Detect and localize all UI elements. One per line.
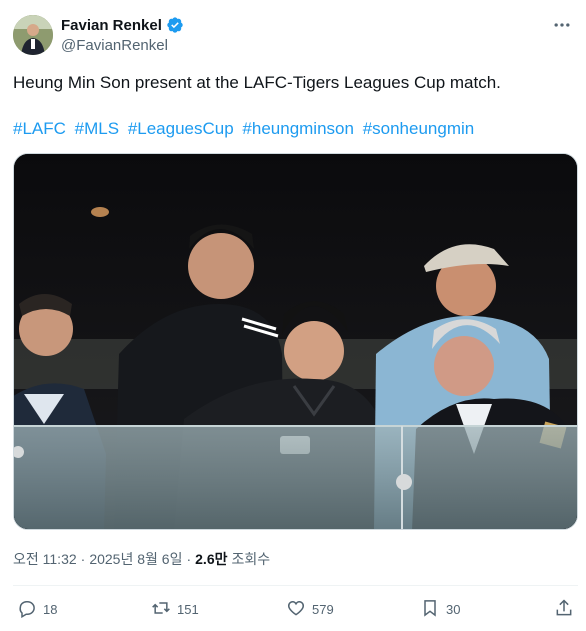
hashtag-heungminson[interactable]: #heungminson <box>242 119 354 138</box>
tweet-header: Favian Renkel @FavianRenkel <box>13 13 574 57</box>
views-label: 조회수 <box>231 551 271 567</box>
repost-button[interactable]: 151 <box>151 598 199 621</box>
post-time[interactable]: 오전 11:32 <box>13 549 77 569</box>
bookmark-button[interactable]: 30 <box>420 598 460 621</box>
action-bar: 18 151 579 30 <box>13 598 574 622</box>
like-button[interactable]: 579 <box>286 598 334 621</box>
post-date[interactable]: 2025년 8월 6일 <box>89 549 182 569</box>
repost-icon <box>151 598 171 621</box>
hashtag-leaguescup[interactable]: #LeaguesCup <box>128 119 234 138</box>
avatar[interactable] <box>13 15 53 55</box>
views-count: 2.6만 <box>195 551 228 567</box>
hashtag-mls[interactable]: #MLS <box>75 119 119 138</box>
more-icon[interactable] <box>550 13 574 37</box>
tweet-text: Heung Min Son present at the LAFC-Tigers… <box>13 73 501 92</box>
handle[interactable]: @FavianRenkel <box>61 37 168 54</box>
tweet-meta: 오전 11:32 · 2025년 8월 6일 · 2.6만 조회수 <box>13 549 270 569</box>
bookmark-count: 30 <box>446 602 461 617</box>
bookmark-icon <box>420 598 440 621</box>
hashtag-lafc[interactable]: #LAFC <box>13 119 66 138</box>
tweet-photo[interactable] <box>13 153 578 530</box>
verified-badge-icon <box>166 16 184 34</box>
repost-count: 151 <box>177 602 199 617</box>
meta-separator: · <box>80 551 86 567</box>
divider <box>13 585 578 586</box>
share-icon <box>554 598 574 621</box>
hashtags: #LAFC #MLS #LeaguesCup #heungminson #son… <box>13 118 573 140</box>
meta-separator: · <box>186 551 192 567</box>
display-name[interactable]: Favian Renkel <box>61 17 162 34</box>
like-icon <box>286 598 306 621</box>
reply-icon <box>17 598 37 621</box>
share-button[interactable] <box>554 598 574 621</box>
name-row: Favian Renkel <box>61 16 184 34</box>
hashtag-sonheungmin[interactable]: #sonheungmin <box>363 119 475 138</box>
reply-button[interactable]: 18 <box>17 598 57 621</box>
reply-count: 18 <box>43 602 58 617</box>
like-count: 579 <box>312 602 334 617</box>
